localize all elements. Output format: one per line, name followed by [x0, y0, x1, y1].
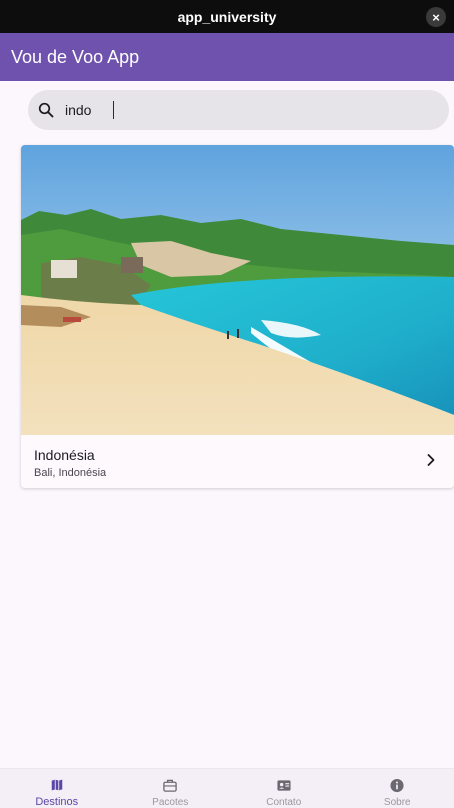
search-icon	[38, 102, 54, 118]
app-title: Vou de Voo App	[11, 46, 140, 67]
bottom-navigation: Destinos Pacotes Contato Sobre	[0, 768, 454, 808]
search-bar[interactable]	[28, 90, 449, 130]
window-titlebar: app_university ×	[0, 0, 454, 33]
nav-label-contato: Contato	[266, 797, 302, 808]
card-title: Indonésia	[34, 447, 95, 463]
chevron-right-icon[interactable]	[426, 453, 436, 467]
nav-label-destinos: Destinos	[35, 796, 79, 808]
text-caret	[113, 101, 114, 119]
nav-item-sobre[interactable]: Sobre	[341, 769, 454, 808]
nav-item-contato[interactable]: Contato	[227, 769, 341, 808]
nav-label-sobre: Sobre	[383, 797, 411, 808]
map-icon	[51, 779, 62, 791]
nav-item-destinos[interactable]: Destinos	[0, 769, 114, 808]
contact-card-icon	[277, 780, 291, 791]
window-title: app_university	[177, 8, 277, 25]
nav-item-pacotes[interactable]: Pacotes	[114, 769, 228, 808]
info-icon	[390, 778, 404, 793]
luggage-icon	[163, 779, 177, 792]
card-subtitle: Bali, Indonésia	[34, 467, 107, 479]
card-info: Indonésia Bali, Indonésia	[21, 435, 454, 488]
close-icon[interactable]: ×	[426, 7, 446, 27]
nav-label-pacotes: Pacotes	[152, 797, 189, 808]
search-input[interactable]	[65, 102, 115, 118]
app-bar: Vou de Voo App	[0, 33, 454, 81]
destination-card[interactable]: Indonésia Bali, Indonésia	[21, 145, 454, 488]
beach-photo	[21, 145, 454, 435]
app-body: Indonésia Bali, Indonésia	[0, 81, 454, 768]
